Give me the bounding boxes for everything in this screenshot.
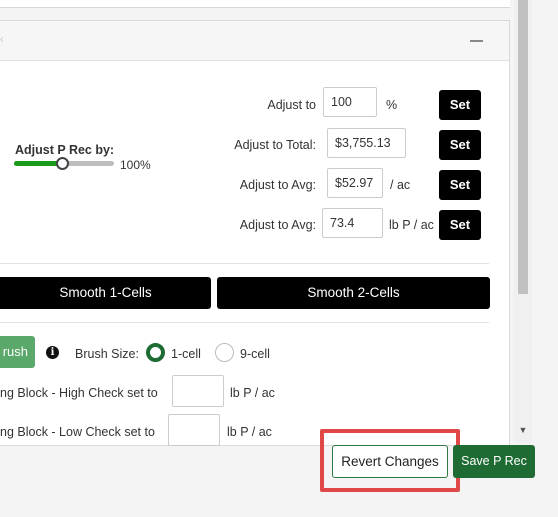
adjust-avg-lb-unit: lb P / ac [389,218,434,232]
brush-9-cell-radio[interactable] [215,343,234,362]
divider [0,322,489,323]
low-check-input[interactable] [168,414,220,446]
panel-header: ‹ [0,21,509,61]
slider-thumb[interactable] [56,157,69,170]
adjust-avg-lb-input[interactable]: 73.4 [322,208,383,238]
minus-icon[interactable] [470,40,483,42]
low-check-unit: lb P / ac [227,425,272,439]
triangle-down-icon[interactable]: ▼ [518,425,528,435]
high-check-unit: lb P / ac [230,386,275,400]
adjust-percent-label: Adjust to [267,98,316,112]
smooth-1-cells-button[interactable]: Smooth 1-Cells [0,277,211,309]
adjust-total-input[interactable]: $3,755.13 [327,128,406,158]
set-avg-dollar-button[interactable]: Set [439,170,481,200]
high-check-label: ng Block - High Check set to [0,386,158,400]
adjust-total-label: Adjust to Total: [234,138,316,152]
high-check-input[interactable] [172,375,224,407]
set-avg-lb-button[interactable]: Set [439,210,481,240]
adjust-percent-unit: % [386,98,398,112]
save-p-rec-button[interactable]: Save P Rec [453,445,535,478]
set-percent-button[interactable]: Set [439,90,481,120]
adjust-slider-label: Adjust P Rec by: [15,143,115,157]
scrollbar-thumb[interactable] [518,0,528,294]
brush-size-label: Brush Size: [75,347,139,361]
brush-button[interactable]: rush [0,336,35,368]
brush-1-cell-radio[interactable] [146,343,165,362]
chevron-left-icon: ‹ [0,34,4,45]
brush-9-cell-label: 9-cell [240,347,270,361]
low-check-label: ng Block - Low Check set to [0,425,155,439]
highlight-box [320,429,460,492]
adjust-percent-input[interactable]: 100 [323,87,377,117]
p-rec-panel: ‹ [0,20,510,446]
divider [0,263,489,264]
adjust-avg-dollar-label: Adjust to Avg: [239,178,316,192]
upper-panel-edge [0,0,510,8]
slider-value: 100% [120,158,151,172]
set-total-button[interactable]: Set [439,130,481,160]
smooth-2-cells-button[interactable]: Smooth 2-Cells [217,277,490,309]
adjust-avg-lb-label: Adjust to Avg: [239,218,316,232]
adjust-avg-dollar-input[interactable]: $52.97 [327,168,383,198]
info-icon[interactable]: i [46,346,59,359]
adjust-avg-dollar-unit: / ac [390,178,411,192]
brush-1-cell-label: 1-cell [171,347,201,361]
